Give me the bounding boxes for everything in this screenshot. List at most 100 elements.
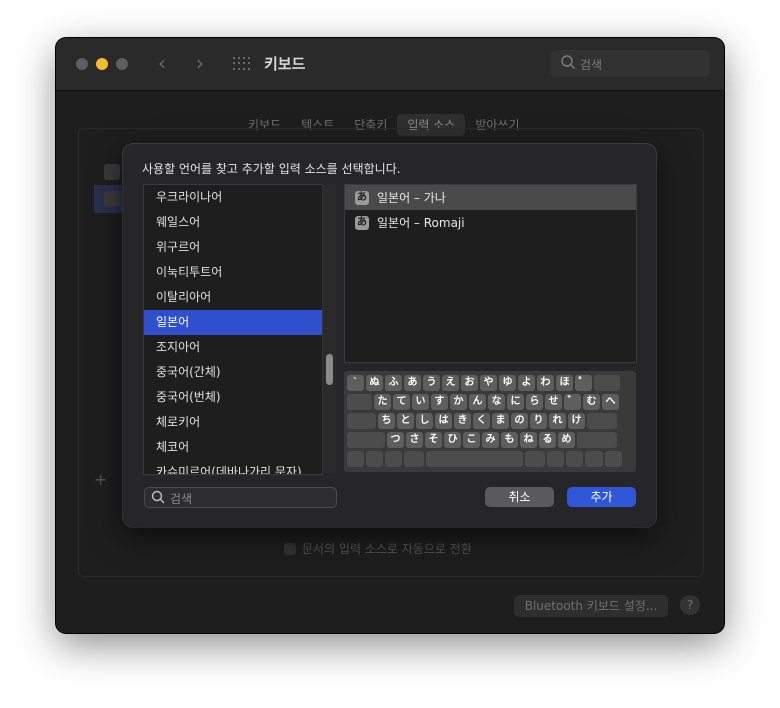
- key-arrow-updown: [585, 451, 603, 467]
- language-list[interactable]: 우크라이나어 웨일스어 위구르어 이눅티투트어 이탈리아어 일본어 조지아어 중…: [143, 184, 323, 475]
- zoom-button[interactable]: [116, 58, 128, 70]
- add-input-source-sheet: 사용할 언어를 찾고 추가할 입력 소스를 선택합니다. 우크라이나어 웨일스어…: [123, 144, 656, 527]
- language-item[interactable]: 카슈미르어(데바나가리 문자): [144, 460, 322, 474]
- keyboard-row-3: ち と し は き く ま の り れ け: [347, 413, 619, 429]
- key-arrow-right: [605, 451, 622, 467]
- window-title: 키보드: [264, 55, 306, 73]
- key: み: [482, 432, 499, 448]
- minimize-button[interactable]: [96, 58, 108, 70]
- show-all-grid-icon[interactable]: [233, 57, 250, 71]
- key: ひ: [444, 432, 461, 448]
- key: ま: [492, 413, 509, 429]
- language-item[interactable]: 체로키어: [144, 410, 322, 435]
- titlebar: ‹ › 키보드 검색: [56, 38, 724, 91]
- add-input-source-icon[interactable]: +: [94, 470, 107, 489]
- language-item[interactable]: 조지아어: [144, 335, 322, 360]
- key: る: [539, 432, 556, 448]
- key: つ: [387, 432, 404, 448]
- key-space: [426, 451, 523, 467]
- key: せ: [545, 394, 562, 410]
- checkbox-box[interactable]: [284, 542, 296, 555]
- input-source-icon: [104, 164, 120, 180]
- language-item[interactable]: 위구르어: [144, 235, 322, 260]
- key: さ: [406, 432, 423, 448]
- search-placeholder: 검색: [170, 492, 193, 506]
- search-icon: [151, 490, 165, 504]
- key-tab: [347, 394, 372, 410]
- key: え: [442, 375, 459, 391]
- key-delete: [594, 375, 620, 391]
- help-button[interactable]: ?: [680, 595, 700, 615]
- forward-arrow-icon[interactable]: ›: [196, 51, 204, 75]
- key-option: [385, 451, 402, 467]
- language-item[interactable]: 체코어: [144, 435, 322, 460]
- add-button[interactable]: 추가: [567, 487, 636, 507]
- language-search-field[interactable]: 검색: [144, 487, 337, 508]
- key-arrow-left: [566, 451, 583, 467]
- auto-switch-checkbox[interactable]: 문서의 입력 소스로 자동으로 전환: [284, 540, 472, 557]
- language-item[interactable]: 이눅티투트어: [144, 260, 322, 285]
- keyboard-row-1: ` ぬ ふ あ う え お や ゆ よ わ ほ ゜: [347, 375, 622, 391]
- key: お: [461, 375, 478, 391]
- key: ね: [520, 432, 537, 448]
- key: め: [558, 432, 575, 448]
- key: て: [393, 394, 410, 410]
- key: わ: [537, 375, 554, 391]
- key: ゆ: [499, 375, 516, 391]
- key: ち: [378, 413, 395, 429]
- key: に: [507, 394, 524, 410]
- keyboard-row-5: [347, 451, 624, 467]
- key: は: [435, 413, 452, 429]
- key: `: [347, 375, 364, 391]
- key-command: [525, 451, 545, 467]
- auto-switch-label: 문서의 입력 소스로 자동으로 전환: [302, 542, 472, 556]
- key: と: [397, 413, 414, 429]
- scrollbar-thumb[interactable]: [326, 354, 333, 385]
- hiragana-a-icon: あ: [355, 215, 369, 230]
- key: し: [416, 413, 433, 429]
- key: あ: [404, 375, 421, 391]
- input-source-icon: [104, 191, 120, 207]
- key: ら: [526, 394, 543, 410]
- key: む: [583, 394, 600, 410]
- key: れ: [549, 413, 566, 429]
- input-source-item-kana[interactable]: あ 일본어 – 가나: [345, 185, 636, 210]
- language-item[interactable]: 이탈리아어: [144, 285, 322, 310]
- keyboard-row-4: つ さ そ ひ こ み も ね る め: [347, 432, 619, 448]
- language-item[interactable]: 중국어(번체): [144, 385, 322, 410]
- language-item[interactable]: 웨일스어: [144, 210, 322, 235]
- key: ぬ: [366, 375, 383, 391]
- key: ほ: [556, 375, 573, 391]
- preferences-search-field[interactable]: 검색: [550, 50, 710, 77]
- cancel-button[interactable]: 취소: [485, 487, 554, 507]
- key: い: [412, 394, 429, 410]
- close-button[interactable]: [76, 58, 88, 70]
- key: ん: [469, 394, 486, 410]
- key-caps: [347, 413, 376, 429]
- language-list-scrollbar[interactable]: [322, 184, 336, 473]
- key-shift-right: [577, 432, 617, 448]
- language-item[interactable]: 중국어(간체): [144, 360, 322, 385]
- key-command: [404, 451, 424, 467]
- keyboard-preview: ` ぬ ふ あ う え お や ゆ よ わ ほ ゜ た て い す か ん な …: [344, 371, 636, 472]
- bluetooth-keyboard-setup-button[interactable]: Bluetooth 키보드 설정...: [514, 595, 668, 617]
- key: り: [530, 413, 547, 429]
- key-return: [587, 413, 617, 429]
- input-source-label: 일본어 – 가나: [377, 191, 446, 205]
- key: ふ: [385, 375, 402, 391]
- back-arrow-icon[interactable]: ‹: [158, 51, 166, 75]
- key: こ: [463, 432, 480, 448]
- key: や: [480, 375, 497, 391]
- key: も: [501, 432, 518, 448]
- key-control: [366, 451, 383, 467]
- key-shift-left: [347, 432, 385, 448]
- input-source-list[interactable]: あ 일본어 – 가나 あ 일본어 – Romaji: [344, 184, 637, 363]
- key: そ: [425, 432, 442, 448]
- keyboard-row-2: た て い す か ん な に ら せ ゛ む へ: [347, 394, 621, 410]
- language-item-selected[interactable]: 일본어: [144, 310, 322, 335]
- key: け: [568, 413, 585, 429]
- key: よ: [518, 375, 535, 391]
- language-item[interactable]: 우크라이나어: [144, 185, 322, 210]
- key-option: [547, 451, 564, 467]
- input-source-item-romaji[interactable]: あ 일본어 – Romaji: [345, 210, 636, 235]
